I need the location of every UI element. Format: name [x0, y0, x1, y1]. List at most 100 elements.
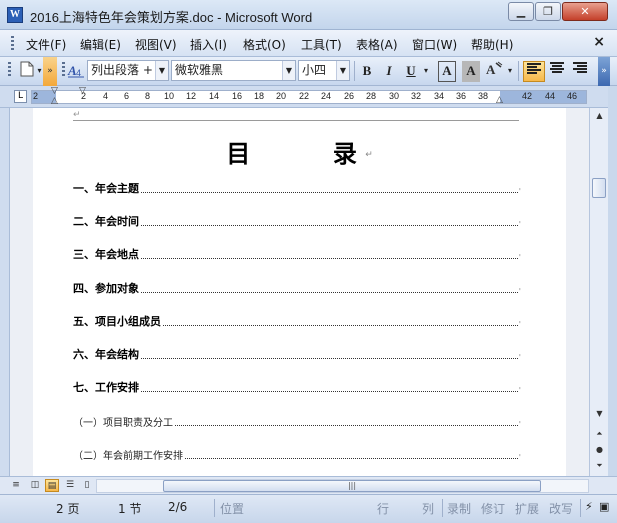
align-right-button[interactable]	[570, 61, 590, 82]
document-page[interactable]: ↵ 目 录 ↵ 一、年会主题 ' 二、年会时间 ' 三、年会地点 ' 四、参加对象 ' …	[33, 108, 566, 476]
toc-entry[interactable]: 四、参加对象 '	[73, 280, 521, 296]
chevron-down-icon[interactable]: ▼	[155, 61, 168, 80]
ruler-tick: 22	[299, 91, 310, 101]
menu-tools[interactable]: 工具(T)	[301, 36, 342, 53]
ruler-tick: 12	[186, 91, 197, 101]
toc-entry-label: 二、年会时间	[73, 215, 139, 228]
menu-view[interactable]: 视图(V)	[135, 36, 177, 53]
bold-button[interactable]: B	[358, 61, 376, 82]
toc-entry-label: 四、参加对象	[73, 282, 139, 295]
menu-window[interactable]: 窗口(W)	[412, 36, 457, 53]
toc-entry[interactable]: 三、年会地点 '	[73, 246, 521, 262]
scroll-down-icon[interactable]: ▼	[593, 408, 606, 420]
minimize-button[interactable]: ▁	[508, 2, 534, 21]
toc-entry[interactable]: （一）项目职责及分工 '	[73, 413, 521, 429]
italic-button[interactable]: I	[380, 61, 398, 82]
status-separator	[442, 499, 443, 517]
menu-file[interactable]: 文件(F)	[26, 36, 66, 53]
close-button[interactable]: ✕	[562, 2, 608, 21]
document-area[interactable]: ↵ 目 录 ↵ 一、年会主题 ' 二、年会时间 ' 三、年会地点 ' 四、参加对象 ' …	[10, 108, 589, 476]
reading-layout-view-icon[interactable]: ▯	[80, 479, 94, 492]
toc-entry-label: 六、年会结构	[73, 348, 139, 361]
toc-entry-label: （一）项目职责及分工	[73, 418, 173, 429]
chevron-down-icon[interactable]: ▼	[282, 61, 295, 80]
spelling-status-icon[interactable]: ⚡	[585, 500, 593, 513]
select-browse-object-icon[interactable]: ●	[593, 444, 606, 456]
document-close-icon[interactable]: ×	[593, 34, 605, 50]
ruler-tick: 28	[366, 91, 377, 101]
outline-view-icon[interactable]: ☰	[63, 479, 77, 492]
status-extend[interactable]: 扩展	[515, 500, 539, 517]
svg-text:A: A	[486, 62, 496, 77]
ruler-tick: 46	[567, 91, 578, 101]
toolbar-grip-handle-2[interactable]	[60, 61, 66, 82]
formatting-toolbar: ▾ » A4 列出段落 + ▼ 微软雅黑 ▼ 小四 ▼ B I U ▾ A A …	[0, 57, 617, 86]
styles-and-formatting-icon[interactable]: A4	[67, 61, 85, 82]
menu-table[interactable]: 表格(A)	[356, 36, 398, 53]
vertical-ruler[interactable]	[0, 108, 10, 476]
normal-view-icon[interactable]: ≡	[9, 479, 23, 492]
right-indent-marker[interactable]: △	[496, 95, 503, 105]
toc-entry[interactable]: 二、年会时间 '	[73, 213, 521, 229]
toc-entry[interactable]: 六、年会结构 '	[73, 346, 521, 362]
new-document-icon[interactable]	[18, 61, 36, 82]
align-left-button[interactable]	[523, 61, 545, 82]
status-record[interactable]: 录制	[447, 500, 471, 517]
toc-entry[interactable]: 五、项目小组成员 '	[73, 313, 521, 329]
character-border-button[interactable]: A	[438, 61, 456, 82]
vertical-scroll-thumb[interactable]	[592, 178, 606, 198]
hanging-indent-marker[interactable]: △	[51, 96, 58, 106]
status-bar: 2 页 1 节 2/6 位置 行 列 录制 修订 扩展 改写 ⚡ ▣	[0, 494, 617, 523]
status-position: 位置	[220, 502, 245, 516]
horizontal-scroll-track[interactable]: |||	[96, 479, 589, 493]
toc-entry[interactable]: （二）年会前期工作安排 '	[73, 446, 521, 462]
document-status-icon[interactable]: ▣	[599, 500, 609, 513]
toc-entry[interactable]: 七、工作安排 '	[73, 379, 521, 395]
status-revise[interactable]: 修订	[481, 500, 505, 517]
toc-entry[interactable]: 一、年会主题 '	[73, 180, 521, 196]
menu-help[interactable]: 帮助(H)	[471, 36, 513, 53]
previous-page-icon[interactable]: ⏶	[593, 428, 606, 440]
new-document-dropdown-icon[interactable]: ▾	[36, 61, 43, 82]
underline-button[interactable]: U	[402, 61, 420, 82]
status-overtype[interactable]: 改写	[549, 500, 573, 517]
font-select[interactable]: 微软雅黑 ▼	[171, 60, 296, 81]
horizontal-scroll-thumb[interactable]: |||	[163, 480, 541, 492]
highlight-icon[interactable]: A	[484, 61, 504, 82]
status-column: 列	[422, 502, 435, 516]
style-select[interactable]: 列出段落 + ▼	[87, 60, 169, 81]
scroll-up-icon[interactable]: ▲	[593, 110, 606, 122]
ruler-tick: 26	[344, 91, 355, 101]
highlight-dropdown-icon[interactable]: ▾	[505, 61, 515, 82]
toolbar-overflow-chevron-icon[interactable]: »	[43, 57, 57, 86]
ruler-tick: 44	[545, 91, 556, 101]
chevron-down-icon[interactable]: ▼	[336, 61, 349, 80]
menu-insert[interactable]: 插入(I)	[190, 36, 227, 53]
menu-edit[interactable]: 编辑(E)	[80, 36, 121, 53]
toc-leader-dots	[175, 425, 518, 426]
toc-entry-label: 三、年会地点	[73, 248, 139, 261]
toolbar-overflow-chevron-icon[interactable]: »	[598, 57, 610, 86]
tab-selector[interactable]: L	[14, 90, 27, 103]
word-app-icon[interactable]: W	[7, 7, 23, 23]
character-shading-button[interactable]: A	[462, 61, 480, 82]
ruler-tick: 6	[124, 91, 130, 101]
toc-entry-label: （二）年会前期工作安排	[73, 451, 183, 462]
status-section: 1 节	[118, 502, 142, 516]
underline-dropdown-icon[interactable]: ▾	[420, 61, 432, 82]
first-line-indent-marker[interactable]: ▽	[51, 86, 58, 96]
print-layout-view-icon[interactable]: ▤	[45, 479, 59, 492]
toolbar-grip-handle[interactable]	[6, 61, 12, 82]
next-page-icon[interactable]: ⏷	[593, 460, 606, 472]
vertical-scrollbar[interactable]: ▲ ▼ ⏶ ● ⏷	[589, 108, 608, 476]
web-layout-view-icon[interactable]: ◫	[28, 479, 42, 492]
ruler-tick: 18	[254, 91, 265, 101]
ruler-tick: 30	[389, 91, 400, 101]
menu-grip-handle[interactable]	[11, 36, 14, 51]
menu-format[interactable]: 格式(O)	[243, 36, 286, 53]
horizontal-ruler[interactable]: L ▽ △ ▽ △ 2 2 4 6 8 10 12 14 16 18 20 22…	[0, 86, 617, 108]
align-center-button[interactable]	[547, 61, 567, 82]
toc-entry-label: 七、工作安排	[73, 381, 139, 394]
font-size-select[interactable]: 小四 ▼	[298, 60, 350, 81]
restore-button[interactable]: ❐	[535, 2, 561, 21]
